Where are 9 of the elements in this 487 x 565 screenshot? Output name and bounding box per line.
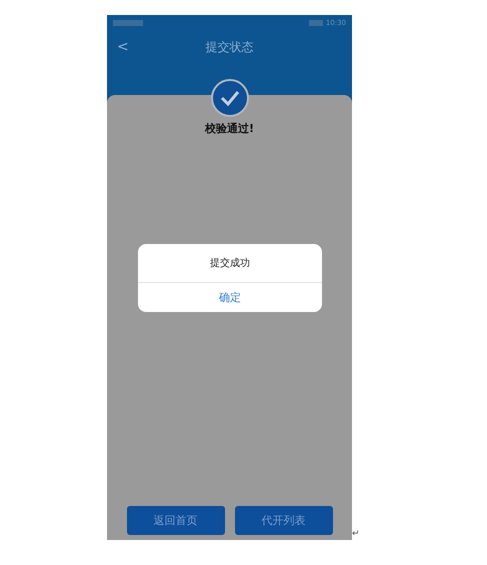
action-button[interactable]: 代开列表 — [234, 506, 332, 535]
return-mark: ↵ — [352, 529, 360, 539]
dialog-message: 提交成功 — [138, 244, 322, 283]
page-title: 提交状态 — [206, 38, 254, 56]
result-message: 校验通过! — [204, 121, 254, 136]
check-icon — [211, 79, 249, 117]
back-button[interactable]: < — [117, 39, 129, 55]
confirm-button[interactable]: 确定 — [138, 283, 322, 312]
action-button[interactable]: 返回首页 — [126, 506, 224, 535]
